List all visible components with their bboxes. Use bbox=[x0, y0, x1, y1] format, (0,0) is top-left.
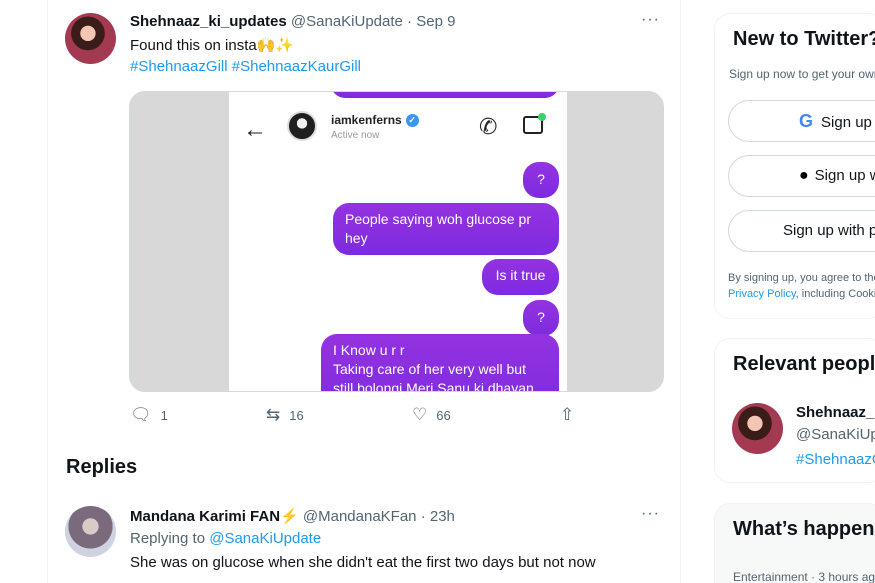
replies-heading: Replies bbox=[66, 456, 138, 478]
left-gutter bbox=[0, 0, 47, 583]
replying-to: Replying to @SanaKiUpdate bbox=[130, 530, 321, 547]
tweet-date[interactable]: Sep 9 bbox=[416, 13, 455, 30]
legal-line: , including Cookie Use. bbox=[795, 288, 875, 300]
reply-icon: 🗨 bbox=[130, 405, 152, 424]
reply-separator: · bbox=[420, 508, 426, 525]
new-to-twitter-subtitle: Sign up now to get your own personalized… bbox=[729, 67, 875, 81]
hashtag-link[interactable]: #ShehnaazGill bbox=[130, 58, 228, 75]
tweet-hashtags: #ShehnaazGill #ShehnaazKaurGill bbox=[130, 58, 361, 75]
chat-bubble: ? bbox=[523, 300, 559, 336]
verified-badge-icon: ✓ bbox=[405, 114, 419, 128]
back-arrow-icon: ← bbox=[243, 116, 267, 143]
tweet-media-image[interactable]: ← iamkenferns ✓ Active now ✆ ? People say… bbox=[129, 91, 664, 392]
signup-apple-button[interactable]: ● Sign up with Apple bbox=[728, 155, 875, 197]
like-button[interactable]: ♡ 66 bbox=[412, 405, 451, 425]
privacy-policy-link[interactable]: Privacy Policy bbox=[728, 288, 796, 300]
video-call-icon bbox=[523, 113, 546, 134]
signup-google-label: Sign up with Google bbox=[821, 114, 875, 131]
trend-meta: Entertainment · 3 hours ago bbox=[733, 570, 875, 583]
retweet-button[interactable]: ⇆ 16 bbox=[266, 405, 304, 425]
signup-legal-text: By signing up, you agree to the Terms of… bbox=[728, 270, 875, 302]
reply-button[interactable]: 🗨 1 bbox=[130, 405, 168, 425]
reply-author-avatar[interactable] bbox=[65, 506, 116, 557]
retweet-count: 16 bbox=[289, 407, 304, 423]
relevant-people-title: Relevant people bbox=[733, 353, 875, 375]
tweet-text: Found this on insta🙌✨ bbox=[130, 37, 295, 54]
chat-status: Active now bbox=[331, 130, 380, 141]
tweet-author-avatar[interactable] bbox=[65, 13, 116, 64]
chat-bubble-partial bbox=[331, 92, 559, 98]
chat-username: iamkenferns ✓ bbox=[331, 113, 419, 128]
relevant-person-name[interactable]: Shehnaaz_ki_updates bbox=[796, 404, 875, 421]
share-icon: ⇧ bbox=[560, 405, 575, 424]
chat-bubble: I Know u r r Taking care of her very wel… bbox=[321, 334, 559, 391]
hashtag-link[interactable]: #ShehnaazKaurGill bbox=[232, 58, 361, 75]
reply-count: 1 bbox=[160, 407, 168, 423]
tweet-more-button[interactable]: ··· bbox=[641, 11, 660, 29]
chat-bubble: Is it true bbox=[482, 259, 559, 295]
whats-happening-title: What’s happening bbox=[733, 518, 875, 540]
relevant-people-card: Relevant people Shehnaaz_ki_updates @San… bbox=[714, 338, 875, 483]
heart-icon: ♡ bbox=[412, 405, 428, 424]
reply-more-button[interactable]: ··· bbox=[641, 505, 660, 523]
reply-author-name[interactable]: Mandana Karimi FAN⚡ bbox=[130, 508, 299, 525]
chat-avatar bbox=[287, 111, 317, 141]
reply-header: Mandana Karimi FAN⚡ @MandanaKFan · 23h bbox=[130, 507, 455, 525]
chat-screenshot: ← iamkenferns ✓ Active now ✆ ? People say… bbox=[229, 92, 567, 391]
new-to-twitter-title: New to Twitter? bbox=[733, 28, 875, 50]
signup-apple-label: Sign up with Apple bbox=[814, 167, 875, 184]
tweet-author-name[interactable]: Shehnaaz_ki_updates bbox=[130, 13, 287, 30]
replying-to-link[interactable]: @SanaKiUpdate bbox=[209, 530, 321, 547]
reply-date[interactable]: 23h bbox=[430, 508, 455, 525]
like-count: 66 bbox=[436, 407, 451, 423]
relevant-person-handle[interactable]: @SanaKiUpdate bbox=[796, 426, 875, 443]
reply-text: She was on glucose when she didn't eat t… bbox=[130, 554, 596, 571]
signup-phone-button[interactable]: Sign up with phone or email bbox=[728, 210, 875, 252]
relevant-person-hashtag[interactable]: #ShehnaazGill bbox=[796, 451, 875, 468]
tweet-header: Shehnaaz_ki_updates @SanaKiUpdate · Sep … bbox=[130, 13, 455, 30]
main-column: Shehnaaz_ki_updates @SanaKiUpdate · Sep … bbox=[47, 0, 681, 583]
sidebar: New to Twitter? Sign up now to get your … bbox=[696, 0, 875, 583]
legal-line: By signing up, you agree to the Terms of… bbox=[728, 272, 875, 284]
tweet-separator: · bbox=[407, 13, 413, 30]
share-button[interactable]: ⇧ bbox=[560, 405, 574, 425]
phone-call-icon: ✆ bbox=[479, 114, 498, 139]
chat-bubble: ? bbox=[523, 162, 559, 198]
google-icon: G bbox=[799, 111, 814, 131]
retweet-icon: ⇆ bbox=[266, 405, 281, 424]
apple-icon: ● bbox=[799, 167, 809, 184]
tweet-author-handle[interactable]: @SanaKiUpdate bbox=[291, 13, 403, 30]
signup-google-button[interactable]: G Sign up with Google bbox=[728, 100, 875, 142]
tweet-actions: 🗨 1 ⇆ 16 ♡ 66 ⇧ bbox=[130, 405, 590, 429]
chat-bubble: People saying woh glucose pr hey bbox=[333, 203, 559, 255]
whats-happening-card: What’s happening Entertainment · 3 hours… bbox=[714, 503, 875, 583]
new-to-twitter-card: New to Twitter? Sign up now to get your … bbox=[714, 13, 875, 319]
reply-author-handle[interactable]: @MandanaKFan bbox=[303, 508, 417, 525]
replying-prefix: Replying to bbox=[130, 530, 210, 547]
relevant-person-avatar[interactable] bbox=[732, 403, 783, 454]
